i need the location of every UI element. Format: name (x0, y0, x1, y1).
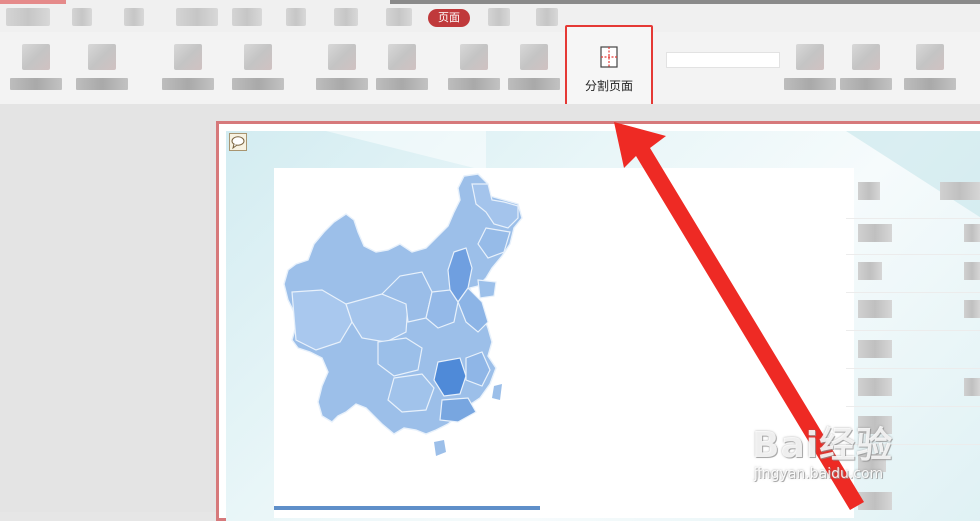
split-page-label: 分割页面 (584, 79, 633, 93)
split-page-icon (600, 46, 618, 68)
blurred-icon (328, 44, 356, 70)
tab-blurred[interactable] (232, 8, 262, 26)
tab-blurred[interactable] (6, 8, 50, 26)
tab-strip: 页面 (0, 0, 980, 32)
blurred-label (904, 78, 956, 90)
table-cell (964, 300, 980, 318)
blurred-icon (244, 44, 272, 70)
table-cell (964, 224, 980, 242)
blurred-label (76, 78, 128, 90)
split-page-button[interactable]: 分割页面 (565, 25, 653, 107)
blurred-label (448, 78, 500, 90)
content-underline (274, 506, 540, 510)
ribbon-button[interactable] (782, 42, 838, 98)
blurred-label (784, 78, 836, 90)
blurred-icon (520, 44, 548, 70)
tab-blurred[interactable] (488, 8, 510, 26)
ribbon-toolbar (0, 32, 980, 105)
blurred-label (840, 78, 892, 90)
blurred-icon (388, 44, 416, 70)
blurred-icon (460, 44, 488, 70)
ribbon-button[interactable] (902, 42, 958, 98)
blurred-label (10, 78, 62, 90)
watermark-url: jingyan.baidu.com (754, 466, 884, 482)
tab-blurred[interactable] (124, 8, 144, 26)
blurred-icon (22, 44, 50, 70)
blurred-label (316, 78, 368, 90)
blurred-icon (916, 44, 944, 70)
ribbon-button[interactable] (8, 42, 64, 98)
watermark: Bai经验 jingyan.baidu.com (752, 404, 980, 494)
tab-blurred[interactable] (334, 8, 358, 26)
blurred-label (232, 78, 284, 90)
ribbon-button[interactable] (446, 42, 502, 98)
ribbon-button[interactable] (160, 42, 216, 98)
ribbon-button[interactable] (314, 42, 370, 98)
ribbon-button[interactable] (506, 42, 562, 98)
blurred-label (376, 78, 428, 90)
tab-page[interactable]: 页面 (428, 9, 470, 27)
blurred-icon (852, 44, 880, 70)
blurred-label (162, 78, 214, 90)
table-cell (940, 182, 980, 200)
comment-icon[interactable] (229, 133, 247, 151)
watermark-brand: Bai经验 (752, 425, 894, 466)
blurred-icon (88, 44, 116, 70)
tab-blurred[interactable] (72, 8, 92, 26)
china-map (283, 173, 523, 456)
ribbon-button[interactable] (838, 42, 894, 98)
tab-blurred[interactable] (536, 8, 558, 26)
ribbon-button[interactable] (230, 42, 286, 98)
ribbon-input[interactable] (666, 52, 780, 68)
ribbon-button[interactable] (374, 42, 430, 98)
blurred-label (508, 78, 560, 90)
bg-decoration (326, 131, 486, 171)
tab-blurred[interactable] (286, 8, 306, 26)
tab-blurred[interactable] (386, 8, 412, 26)
table-cell (964, 378, 980, 396)
tab-accent-right (390, 0, 980, 4)
table-cell (964, 262, 980, 280)
tab-blurred[interactable] (176, 8, 218, 26)
blurred-icon (174, 44, 202, 70)
ribbon-button[interactable] (74, 42, 130, 98)
blurred-icon (796, 44, 824, 70)
tab-accent-left (0, 0, 66, 4)
